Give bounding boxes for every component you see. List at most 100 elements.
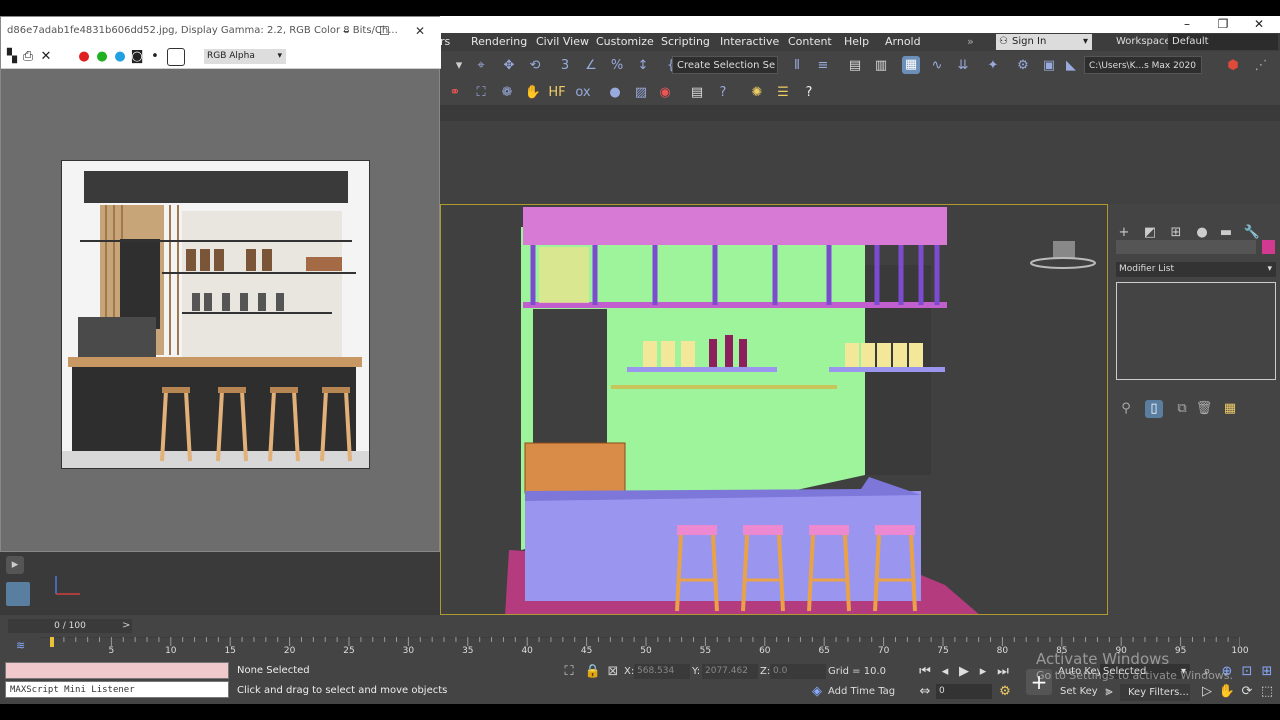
rendered-frame-window-icon[interactable]: ▣ <box>1040 57 1058 75</box>
lock-icon[interactable]: 🔒 <box>584 663 602 681</box>
cloth-icon[interactable]: ⛶ <box>472 84 490 102</box>
add-time-tag[interactable]: Add Time Tag <box>828 686 895 697</box>
cube-icon[interactable]: ⬢ <box>1224 57 1242 75</box>
clear-icon[interactable]: ✕ <box>37 48 55 66</box>
set-key-button[interactable]: Set Key <box>1060 686 1098 697</box>
mirror-icon[interactable]: ⫴ <box>788 57 806 75</box>
print-icon[interactable]: ⎙ <box>19 48 37 66</box>
remove-modifier-icon[interactable]: 🗑 <box>1195 400 1213 418</box>
time-config-icon[interactable]: ⚙ <box>996 683 1014 701</box>
menu-overflow-icon[interactable]: » <box>967 35 974 48</box>
previous-frame-icon[interactable]: ◂ <box>936 663 954 681</box>
render-production-icon[interactable]: ◣ <box>1062 57 1080 75</box>
absolute-mode-icon[interactable]: ⊠ <box>604 663 622 681</box>
maximize-viewport-icon[interactable]: ⬚ <box>1258 683 1276 701</box>
go-to-start-icon[interactable]: ⏮ <box>916 663 934 681</box>
help-circle-icon[interactable]: ? <box>714 84 732 102</box>
minimize-icon[interactable]: – <box>1170 16 1204 33</box>
object-color-swatch[interactable] <box>1262 240 1275 254</box>
menu-item-renderers[interactable]: rs <box>440 35 450 48</box>
curve-editor-icon[interactable]: ∿ <box>928 57 946 75</box>
zoom-extents-icon[interactable]: ⊡ <box>1238 663 1256 681</box>
particle-icon[interactable]: ❁ <box>498 84 516 102</box>
light-icon[interactable]: ✺ <box>748 84 766 102</box>
isolate-icon[interactable]: ⛶ <box>560 663 578 681</box>
render-setup-icon[interactable]: ⚙ <box>1014 57 1032 75</box>
key-filter-icon[interactable]: ⫸ <box>1100 683 1118 701</box>
checker-icon[interactable]: ▨ <box>632 84 650 102</box>
restore-icon[interactable]: ☐ <box>379 17 390 45</box>
list-icon[interactable]: ☰ <box>774 84 792 102</box>
close-icon[interactable]: ✕ <box>1242 16 1276 33</box>
green-channel-icon[interactable]: ● <box>93 48 111 66</box>
material-editor-icon[interactable]: ✦ <box>984 57 1002 75</box>
sign-in-button[interactable]: ⚇ Sign In ▾ <box>996 34 1092 50</box>
red-channel-icon[interactable]: ● <box>75 48 93 66</box>
maxscript-output[interactable] <box>5 662 229 679</box>
alpha-channel-icon[interactable]: ◙ <box>128 48 146 66</box>
angle-snap-icon[interactable]: ∠ <box>582 57 600 75</box>
blue-channel-icon[interactable]: ● <box>111 48 129 66</box>
time-slider[interactable]: 0 / 100 <box>8 619 132 633</box>
chevron-down-icon[interactable]: ▾ <box>450 57 468 75</box>
show-end-result-icon[interactable]: ▯ <box>1145 400 1163 418</box>
layer-explorer-icon[interactable]: ▤ <box>846 57 864 75</box>
menu-item-rendering[interactable]: Rendering <box>471 35 527 48</box>
menu-item-civil-view[interactable]: Civil View <box>536 35 589 48</box>
x-field[interactable]: 568.534 <box>634 664 690 679</box>
scene-explorer-icon[interactable]: ▥ <box>872 57 890 75</box>
menu-item-scripting[interactable]: Scripting <box>661 35 710 48</box>
rotate-icon[interactable]: ⟲ <box>526 57 544 75</box>
pan-icon[interactable]: ✋ <box>1218 683 1236 701</box>
sphere-icon[interactable]: ● <box>606 84 624 102</box>
time-marker[interactable] <box>50 637 54 647</box>
snap-3d-icon[interactable]: 3 <box>556 57 574 75</box>
swatch-icon[interactable] <box>167 48 185 66</box>
viewport-layout-icon[interactable] <box>6 582 30 606</box>
ribbon-toggle-icon[interactable]: ▦ <box>902 56 920 74</box>
align-icon[interactable]: ≡ <box>814 57 832 75</box>
menu-item-interactive[interactable]: Interactive <box>720 35 779 48</box>
ornatrix-icon[interactable]: ox <box>574 84 592 102</box>
hair-icon[interactable]: ✋ <box>524 84 542 102</box>
maxscript-listener[interactable]: MAXScript Mini Listener <box>5 681 229 698</box>
time-tag-icon[interactable]: ◈ <box>808 683 826 701</box>
play-icon[interactable]: ▶ <box>955 663 973 681</box>
selection-set-dropdown[interactable]: Create Selection Se <box>672 56 778 74</box>
zoom-extents-all-icon[interactable]: ⊞ <box>1258 663 1276 681</box>
schematic-view-icon[interactable]: ⇊ <box>954 57 972 75</box>
hair-farm-icon[interactable]: HF <box>548 84 566 102</box>
field-of-view-icon[interactable]: ▷ <box>1198 683 1216 701</box>
calculator-icon[interactable]: ▤ <box>688 84 706 102</box>
menu-item-customize[interactable]: Customize <box>596 35 654 48</box>
close-icon[interactable]: ✕ <box>415 17 425 45</box>
modifier-list-dropdown[interactable]: Modifier List ▾ <box>1116 262 1276 277</box>
go-to-end-icon[interactable]: ⏭ <box>994 663 1012 681</box>
make-unique-icon[interactable]: ⧉ <box>1173 400 1191 418</box>
modifier-stack[interactable] <box>1116 282 1276 380</box>
channel-dropdown[interactable]: RGB Alpha ▾ <box>204 49 286 64</box>
pin-stack-icon[interactable]: ⚲ <box>1117 400 1135 418</box>
minimize-icon[interactable]: – <box>343 17 349 45</box>
next-frame-icon[interactable]: ▸ <box>974 663 992 681</box>
move-icon[interactable]: ✥ <box>500 57 518 75</box>
spinner-snap-icon[interactable]: ↕ <box>634 57 652 75</box>
z-field[interactable]: 0.0 <box>770 664 826 679</box>
current-frame-field[interactable]: 0 <box>936 684 992 699</box>
y-field[interactable]: 2077.462 <box>702 664 758 679</box>
vray-icon[interactable]: ◉ <box>656 84 674 102</box>
configure-sets-icon[interactable]: ▦ <box>1221 400 1239 418</box>
key-filters-button[interactable]: Key Filters... <box>1120 684 1190 701</box>
play-small-icon[interactable]: ▸ <box>6 556 24 574</box>
curve-editor-mini-icon[interactable]: ≋ <box>16 639 25 652</box>
toolbar-options-icon[interactable]: ⋰ <box>1252 57 1270 75</box>
percent-snap-icon[interactable]: % <box>608 57 626 75</box>
menu-item-content[interactable]: Content <box>788 35 832 48</box>
workspace-select[interactable]: Default <box>1168 34 1278 50</box>
perspective-viewport[interactable] <box>440 204 1108 615</box>
next-frame-icon[interactable]: > <box>122 620 130 631</box>
key-mode-icon[interactable]: ⇔ <box>916 683 934 701</box>
select-by-name-icon[interactable]: ⌖ <box>472 57 490 75</box>
orbit-icon[interactable]: ⟳ <box>1238 683 1256 701</box>
restore-icon[interactable]: ❐ <box>1206 16 1240 33</box>
